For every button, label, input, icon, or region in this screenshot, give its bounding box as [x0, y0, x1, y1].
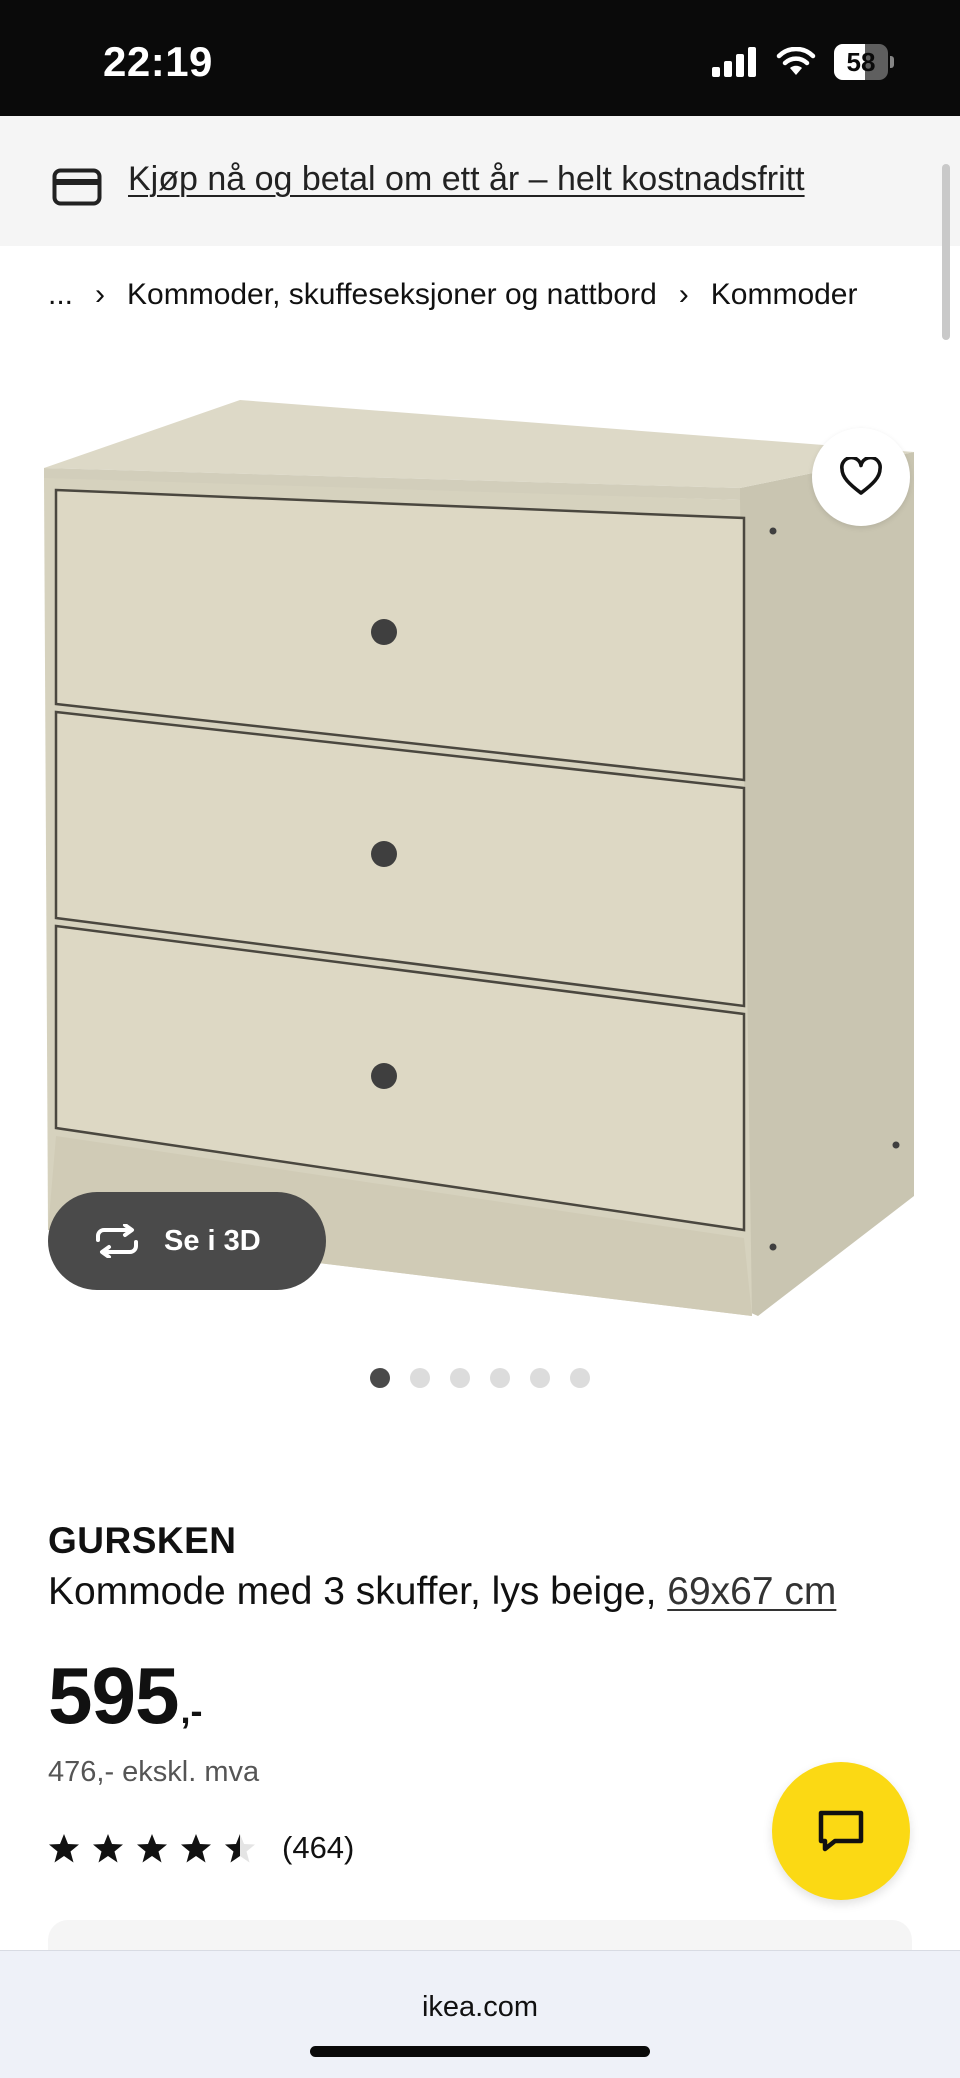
breadcrumb-item-kommoder[interactable]: Kommoder — [711, 278, 858, 312]
carousel-dot[interactable] — [570, 1368, 590, 1388]
chat-icon — [818, 1810, 864, 1852]
product-description-text: Kommode med 3 skuffer, lys beige, — [48, 1570, 668, 1613]
promo-banner: Kjøp nå og betal om ett år – helt kostna… — [0, 116, 960, 246]
breadcrumb: ... › Kommoder, skuffeseksjoner og nattb… — [48, 278, 857, 312]
status-time: 22:19 — [103, 38, 213, 85]
heart-icon — [840, 457, 882, 495]
view-3d-button[interactable]: Se i 3D — [48, 1192, 326, 1290]
signal-icon — [712, 47, 756, 77]
page-scrollbar[interactable] — [942, 164, 950, 340]
star-icon — [181, 1833, 211, 1862]
product-size-link[interactable]: 69x67 cm — [667, 1570, 836, 1613]
url-text[interactable]: ikea.com — [0, 1991, 960, 2024]
product-rating[interactable]: (464) — [48, 1830, 354, 1866]
wifi-icon — [776, 47, 816, 75]
star-icon — [137, 1833, 167, 1862]
image-carousel-dots — [370, 1368, 590, 1388]
promo-link[interactable]: Kjøp nå og betal om ett år – helt kostna… — [128, 160, 805, 199]
rating-stars — [48, 1833, 256, 1864]
rating-count: (464) — [282, 1830, 355, 1865]
chevron-right-icon: › — [95, 278, 106, 311]
carousel-dot[interactable] — [410, 1368, 430, 1388]
product-description: Kommode med 3 skuffer, lys beige, 69x67 … — [48, 1570, 836, 1614]
half-star-icon — [225, 1833, 255, 1862]
carousel-dot[interactable] — [370, 1368, 390, 1388]
product-image[interactable] — [40, 388, 920, 1328]
favorite-button[interactable] — [812, 428, 910, 526]
star-icon — [93, 1833, 123, 1862]
view-3d-label: Se i 3D — [164, 1224, 261, 1257]
rotate-3d-icon — [96, 1224, 138, 1258]
home-indicator[interactable] — [310, 2046, 650, 2057]
price-ex-vat: 476,- ekskl. mva — [48, 1756, 260, 1788]
carousel-dot[interactable] — [450, 1368, 470, 1388]
product-brand: GURSKEN — [48, 1520, 237, 1561]
carousel-dot[interactable] — [530, 1368, 550, 1388]
breadcrumb-ellipsis[interactable]: ... — [48, 278, 73, 312]
product-price: 595 ,- — [48, 1650, 202, 1742]
browser-url-bar[interactable]: ikea.com — [0, 1950, 960, 2078]
status-icons: 58 — [712, 44, 894, 80]
price-suffix: ,- — [180, 1690, 203, 1731]
drawer-knob — [371, 1063, 397, 1089]
star-icon — [49, 1833, 79, 1862]
battery-icon: 58 — [834, 44, 894, 80]
credit-card-icon — [52, 168, 102, 206]
breadcrumb-item-chest-category[interactable]: Kommoder, skuffeseksjoner og nattbord — [127, 278, 657, 312]
carousel-dot[interactable] — [490, 1368, 510, 1388]
chat-button[interactable] — [772, 1762, 910, 1900]
drawer-knob — [371, 619, 397, 645]
status-bar: 22:19 58 — [0, 0, 960, 116]
price-value: 595 — [48, 1651, 179, 1740]
drawer-knob — [371, 841, 397, 867]
battery-level: 58 — [846, 47, 876, 77]
chevron-right-icon: › — [678, 278, 689, 311]
